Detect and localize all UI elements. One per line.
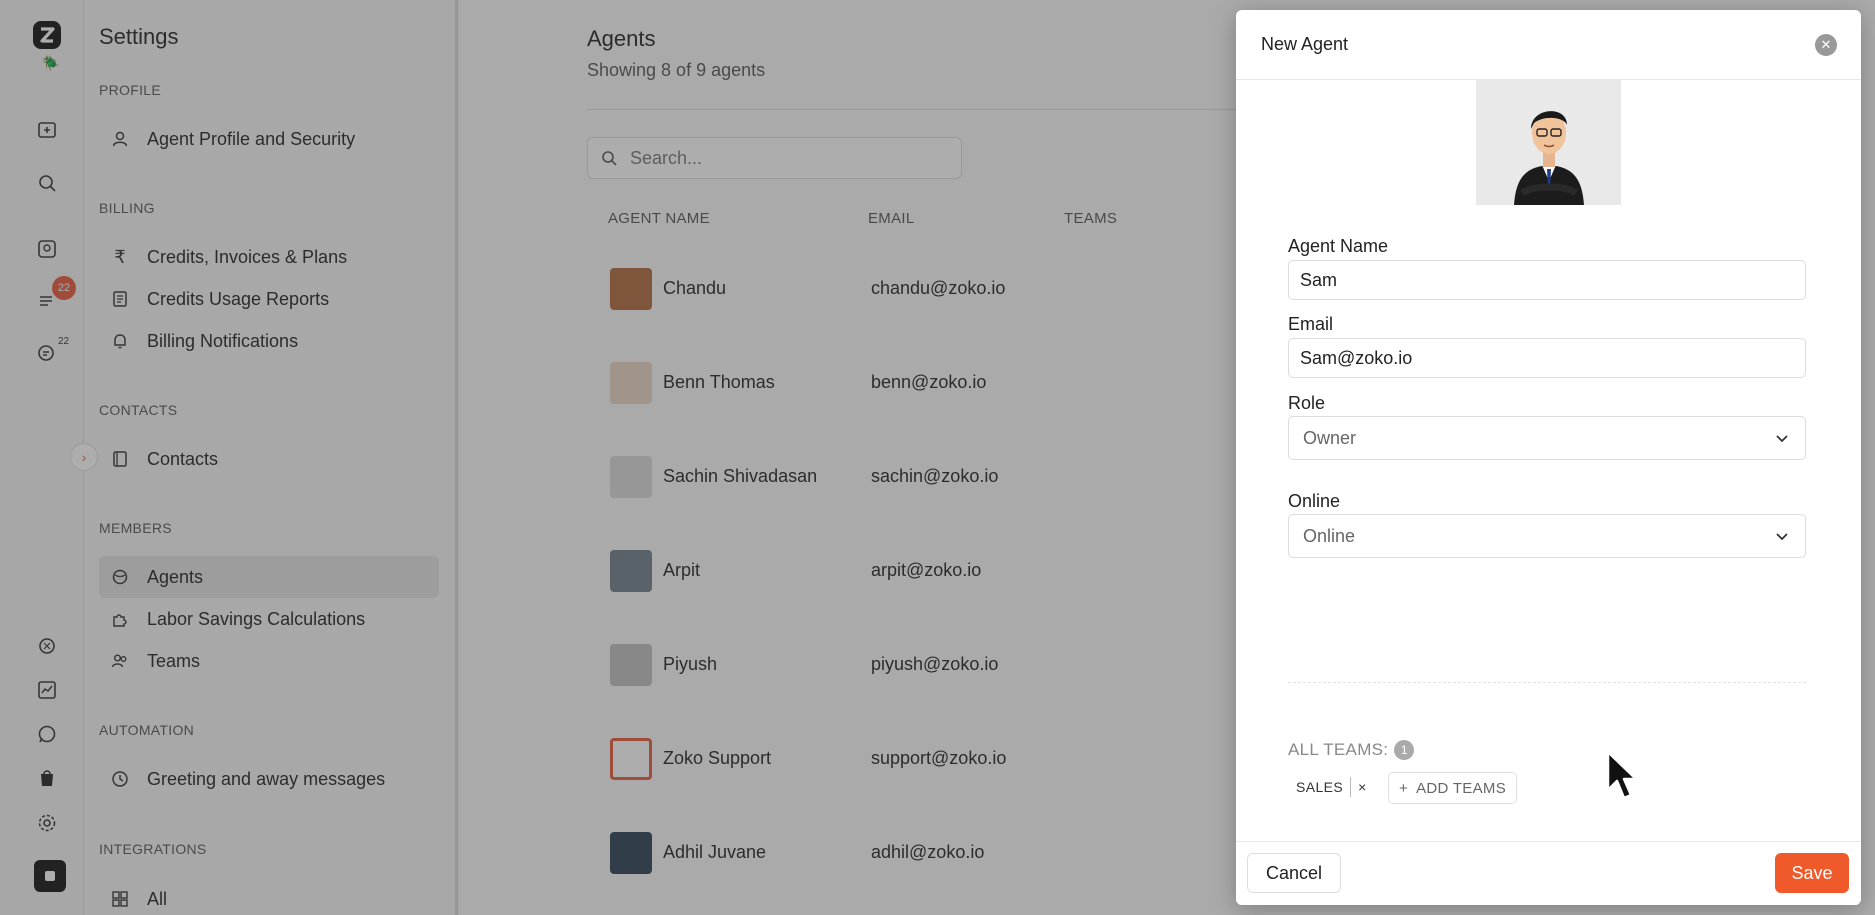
businessman-avatar-icon — [1513, 111, 1584, 205]
online-selected-value: Online — [1303, 525, 1356, 546]
online-label: Online — [1288, 491, 1341, 511]
save-button[interactable]: Save — [1775, 853, 1849, 893]
email-label: Email — [1288, 314, 1334, 334]
tag-separator — [1350, 777, 1352, 797]
email-field[interactable] — [1288, 338, 1806, 378]
role-selected-value: Owner — [1303, 427, 1357, 448]
add-teams-label: ADD TEAMS — [1416, 779, 1507, 797]
modal-title: New Agent — [1261, 34, 1349, 54]
agent-name-field[interactable] — [1288, 260, 1806, 300]
team-tag-label: SALES — [1296, 779, 1344, 795]
mouse-cursor-icon — [1606, 750, 1638, 800]
teams-count-badge: 1 — [1394, 740, 1415, 760]
agent-name-label: Agent Name — [1288, 236, 1389, 256]
section-divider — [1288, 682, 1806, 683]
modal-footer: Cancel Save — [1236, 841, 1861, 905]
plus-icon: + — [1399, 779, 1409, 797]
all-teams-label: ALL TEAMS: 1 — [1288, 740, 1415, 760]
all-teams-text: ALL TEAMS: — [1288, 740, 1389, 759]
remove-tag-button[interactable]: × — [1358, 779, 1367, 795]
chevron-down-icon — [1776, 435, 1788, 443]
close-icon[interactable]: ✕ — [1815, 34, 1837, 56]
role-label: Role — [1288, 393, 1326, 413]
modal-header: New Agent — [1236, 10, 1861, 80]
cancel-button[interactable]: Cancel — [1247, 853, 1341, 893]
chevron-down-icon — [1776, 533, 1788, 541]
new-agent-modal: New Agent ✕ Agent Name Email Role Owner … — [1236, 10, 1861, 905]
online-select[interactable]: Online — [1288, 514, 1806, 558]
team-tag-sales: SALES × — [1288, 772, 1375, 802]
add-teams-button[interactable]: + ADD TEAMS — [1388, 772, 1518, 804]
agent-avatar-image[interactable] — [1476, 80, 1621, 205]
role-select[interactable]: Owner — [1288, 416, 1806, 460]
